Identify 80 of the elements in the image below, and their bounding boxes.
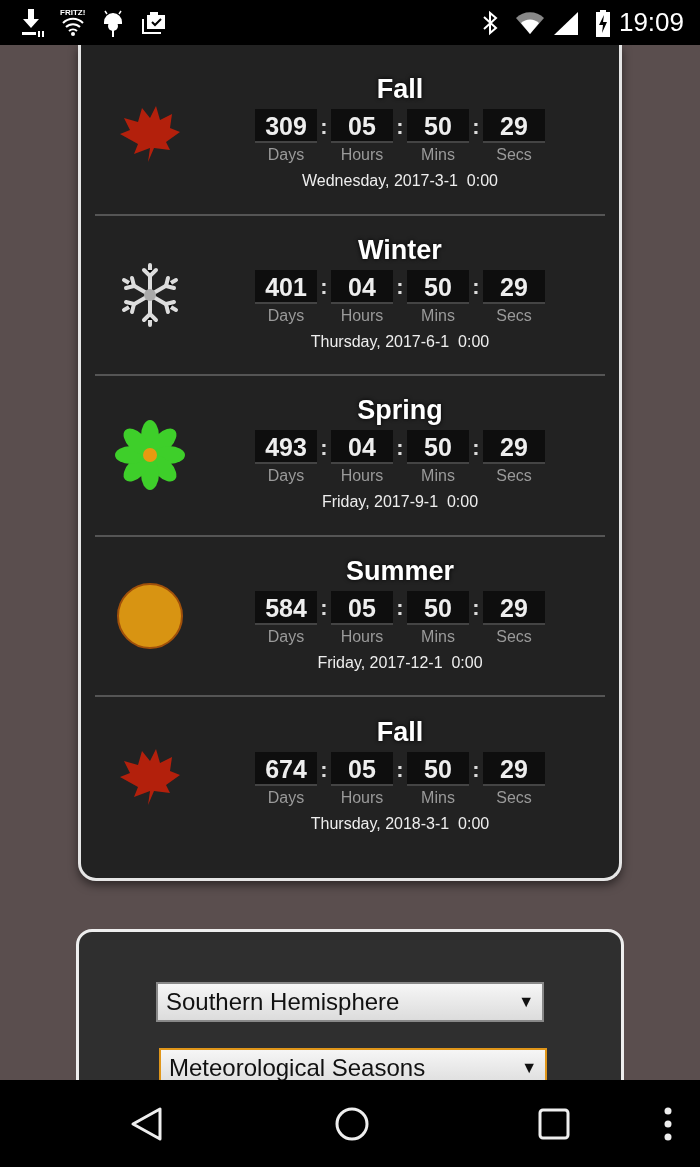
unit-label: Secs — [495, 145, 533, 166]
season-title: Spring — [357, 396, 443, 427]
colon-separator: : — [395, 273, 405, 302]
recents-icon[interactable] — [538, 1107, 570, 1140]
counter-value: 493 — [255, 430, 317, 465]
unit-label: Days — [266, 466, 306, 487]
date-text: Friday, 2017-12-1 0:00 — [317, 652, 483, 673]
dropdown-select[interactable]: Southern Hemisphere ▼ — [156, 981, 544, 1022]
counter-value: 584 — [255, 590, 317, 625]
counter-value: 29 — [483, 430, 545, 465]
season-title: Winter — [358, 235, 442, 266]
wifi-label: FRITZ! — [60, 8, 86, 17]
colon-separator: : — [395, 112, 405, 141]
counter-value: 674 — [255, 752, 317, 787]
unit-label: Days — [266, 145, 306, 166]
back-icon[interactable] — [130, 1105, 164, 1142]
counter-value: 29 — [483, 752, 545, 787]
colon-separator: : — [471, 755, 481, 784]
unit-label: Mins — [420, 305, 456, 326]
unit-label: Hours — [339, 466, 385, 487]
unit-label: Mins — [420, 788, 456, 809]
colon-separator: : — [471, 273, 481, 302]
counter-value: 50 — [407, 269, 469, 304]
counter-value: 50 — [407, 752, 469, 787]
counter-value: 401 — [255, 269, 317, 304]
colon-separator: : — [471, 594, 481, 623]
colon-separator: : — [319, 433, 329, 462]
unit-label: Mins — [420, 466, 456, 487]
unit-label: Hours — [339, 626, 385, 647]
colon-separator: : — [471, 112, 481, 141]
season-title: Fall — [376, 75, 424, 106]
counter-value: 29 — [483, 590, 545, 625]
counter-value: 50 — [407, 109, 469, 144]
colon-separator: : — [395, 433, 405, 462]
unit-label: Days — [266, 626, 306, 647]
flower-icon — [115, 420, 185, 491]
counter-value: 309 — [255, 109, 317, 144]
home-icon[interactable] — [334, 1105, 370, 1142]
date-text: Thursday, 2017-6-1 0:00 — [310, 331, 490, 352]
colon-separator: : — [319, 755, 329, 784]
counter-value: 05 — [331, 752, 393, 787]
overflow-menu-icon[interactable] — [664, 1106, 672, 1141]
counter-value: 05 — [331, 590, 393, 625]
download-icon — [20, 6, 44, 39]
counter-value: 04 — [331, 430, 393, 465]
date-text: Wednesday, 2017-3-1 0:00 — [302, 171, 498, 192]
date-text: Thursday, 2018-3-1 0:00 — [310, 814, 490, 835]
wifi-signal-icon — [514, 11, 545, 34]
counter-value: 04 — [331, 269, 393, 304]
colon-separator: : — [395, 594, 405, 623]
clock-time: 19:09 — [618, 6, 684, 39]
unit-label: Secs — [495, 788, 533, 809]
sun-icon — [115, 580, 185, 651]
counter-value: 29 — [483, 109, 545, 144]
colon-separator: : — [319, 112, 329, 141]
colon-separator: : — [471, 433, 481, 462]
dropdown-select[interactable]: Meteorological Seasons ▼ — [159, 1047, 547, 1080]
season-title: Fall — [376, 718, 424, 749]
unit-label: Days — [266, 305, 306, 326]
wifi-waves-icon — [60, 16, 85, 37]
unit-label: Days — [266, 788, 306, 809]
unit-label: Mins — [420, 626, 456, 647]
unit-label: Secs — [495, 466, 533, 487]
unit-label: Hours — [339, 788, 385, 809]
colon-separator: : — [319, 273, 329, 302]
counter-value: 50 — [407, 590, 469, 625]
counter-value: 50 — [407, 430, 469, 465]
date-text: Friday, 2017-9-1 0:00 — [321, 492, 479, 513]
counter-value: 29 — [483, 269, 545, 304]
colon-separator: : — [319, 594, 329, 623]
unit-label: Secs — [495, 626, 533, 647]
unit-label: Secs — [495, 305, 533, 326]
cell-signal-icon — [552, 10, 579, 35]
battery-charging-icon — [594, 8, 611, 37]
colon-separator: : — [395, 755, 405, 784]
unit-label: Hours — [339, 305, 385, 326]
season-title: Summer — [345, 556, 454, 587]
unit-label: Mins — [420, 145, 456, 166]
unit-label: Hours — [339, 145, 385, 166]
counter-value: 05 — [331, 109, 393, 144]
